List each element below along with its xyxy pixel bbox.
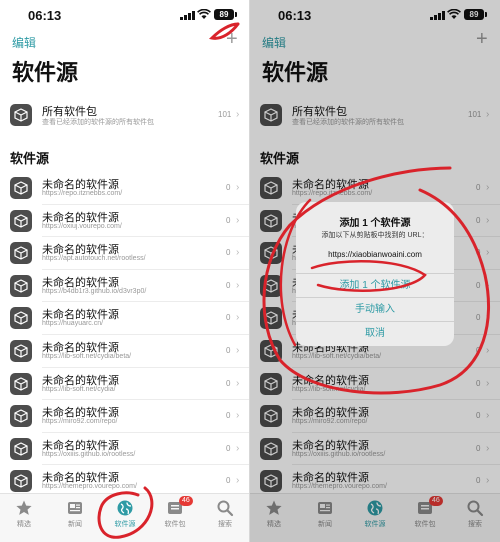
source-url: https://repo.itznebbs.com/ [42,190,123,197]
tab-star[interactable]: 精选 [4,499,44,539]
newspaper-icon [55,499,95,517]
source-row[interactable]: 未命名的软件源 https://lib-soft.net/cydia/beta/0… [0,335,250,368]
chevron-right-icon: › [236,247,240,259]
source-count: 0 [226,378,231,388]
chevron-right-icon: › [236,279,240,291]
dialog-message: 添加以下从剪贴板中找到的 URL： [321,232,429,239]
tab-label: 新闻 [68,521,82,528]
source-row[interactable]: 未命名的软件源 https://repo.itznebbs.com/0 › [0,172,250,205]
source-count: 0 [226,443,231,453]
chevron-right-icon: › [236,377,240,389]
globe-icon [105,499,145,517]
add-source-button[interactable]: + [226,29,238,49]
source-list-screen-with-dialog: 06:13 89 编辑 + 软件源 所有软件包 查看已经添加的软件源的所有软件包… [250,0,500,542]
edit-button[interactable]: 编辑 [12,34,36,51]
tab-label: 精选 [17,521,31,528]
tab-badge: 46 [179,496,193,506]
star-icon [4,499,44,517]
source-row[interactable]: 未命名的软件源https://b4db1r3.github.io/d3vr3p0… [0,270,250,303]
source-row[interactable]: 未命名的软件源https://apt.autotouch.net/rootles… [0,237,250,270]
search-icon [205,499,245,517]
package-box-icon [10,177,32,199]
nav-bar: 编辑 + [0,29,250,52]
source-count: 0 [226,248,231,258]
source-url: https://lib-soft.net/cydia/ [42,385,116,393]
source-count: 0 [226,280,231,290]
manual-input-button[interactable]: 手动输入 [296,297,454,321]
source-url: https://apt.autotouch.net/rootless/ [42,255,146,263]
package-box-icon [10,274,32,297]
package-box-icon [10,307,32,330]
chevron-right-icon: › [236,312,240,324]
chevron-right-icon: › [236,109,240,120]
dialog-url: https://xiaobianwoaini.com [328,250,422,259]
all-packages-row[interactable]: 所有软件包 查看已经添加的软件源的所有软件包 101 › [0,99,250,131]
tab-package[interactable]: 软件包 46 [155,496,195,539]
source-count: 0 [226,215,231,225]
chevron-right-icon: › [236,410,240,422]
source-list-screen: 06:13 89 编辑 + 软件源 所有软件包 查看已经添加的软件源的所有软件包… [0,0,250,542]
source-url: https://huayuarc.cn/ [42,320,104,328]
package-box-icon [10,372,32,395]
package-box-icon [10,405,32,428]
package-box-icon [10,209,32,232]
package-box-icon [10,437,32,460]
tab-label: 软件源 [114,521,136,528]
source-url: https://b4db1r3.github.io/d3vr3p0/ [42,287,147,295]
tab-globe[interactable]: 软件源 [105,499,145,539]
source-row[interactable]: 未命名的软件源https://oxiuj.vourepo.com/0› [0,205,250,238]
source-row[interactable]: 未命名的软件源https://huayuarc.cn/0› [0,302,250,335]
source-count: 0 [226,345,231,355]
package-box-icon [10,470,32,493]
source-url: https://lib-soft.net/cydia/beta/ [42,352,132,360]
section-header: 软件源 [10,151,50,166]
source-url: https://themepro.vourepo.com/ [42,483,137,491]
source-url: https://oxiiis.github.io/rootless/ [42,450,136,458]
battery-icon: 89 [214,9,237,20]
status-bar: 06:13 89 [0,0,250,30]
add-source-dialog: 添加 1 个软件源 添加以下从剪贴板中找到的 URL： https://xiao… [296,202,454,346]
chevron-right-icon: › [236,475,240,487]
source-url: https://oxiuj.vourepo.com/ [42,222,122,230]
source-count: 0 [226,313,231,323]
confirm-add-button[interactable]: 添加 1 个软件源 [296,273,454,297]
chevron-right-icon: › [236,214,240,226]
source-row[interactable]: 未命名的软件源 https://oxiiis.github.io/rootless… [0,433,250,466]
chevron-right-icon: › [236,442,240,454]
package-box-icon [10,339,32,362]
source-row[interactable]: 未命名的软件源 https://lib-soft.net/cydia/0 › [0,368,250,401]
page-title: 软件源 [12,60,79,85]
source-list: 未命名的软件源https://repo.itznebbs.com/0›未命名的软… [0,172,250,498]
source-count: 0 [226,183,231,192]
tab-newspaper[interactable]: 新闻 [55,499,95,539]
package-box-icon [10,242,32,265]
all-packages-subtitle: 查看已经添加的软件源的所有软件包 [42,119,154,126]
source-count: 0 [226,411,231,421]
wifi-icon [197,9,211,19]
source-count: 0 [226,476,231,486]
package-box-icon [10,104,32,126]
tab-label: 软件包 [164,521,186,528]
panel-divider [249,0,250,542]
source-row[interactable]: 未命名的软件源 https://miro92.com/repo/0 › [0,400,250,433]
cellular-signal-icon [180,11,195,20]
tab-label: 搜索 [218,521,232,528]
cancel-button[interactable]: 取消 [296,321,454,345]
source-url: https://miro92.com/repo/ [42,418,118,426]
chevron-right-icon: › [236,182,240,193]
chevron-right-icon: › [236,344,240,356]
tab-bar: 精选 新闻 软件源 软件包 46 搜索 [0,493,250,542]
status-time: 06:13 [28,8,62,23]
all-packages-count: 101 [218,110,232,119]
dialog-title: 添加 1 个软件源 [339,218,411,229]
tab-search[interactable]: 搜索 [205,499,245,539]
